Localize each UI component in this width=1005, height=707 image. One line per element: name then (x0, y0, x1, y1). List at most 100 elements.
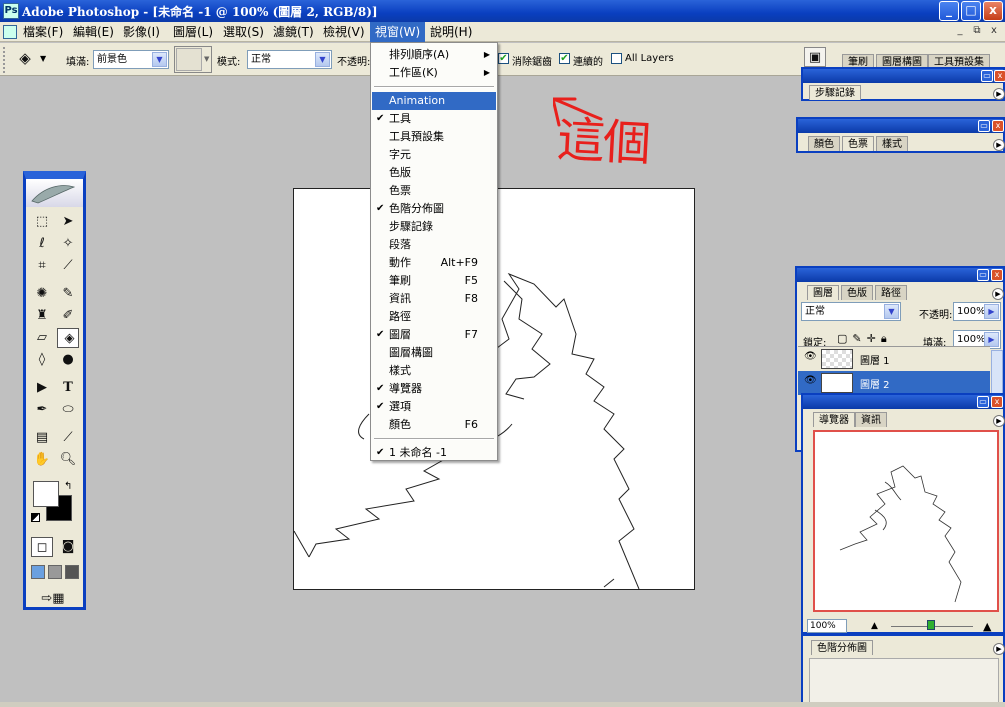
menu-image[interactable]: 影像(I) (118, 22, 165, 42)
window-menu-item-16[interactable]: ✔ 圖層 F7 (372, 326, 496, 344)
tab-channels[interactable]: 色版 (841, 285, 873, 300)
window-menu-item-18[interactable]: 樣式 (372, 362, 496, 380)
history-brush-tool-icon[interactable]: ✐ (57, 306, 79, 326)
preset-dropdown-arrow-icon[interactable]: ▼ (40, 54, 46, 63)
palette-minimize-icon[interactable]: ▭ (977, 396, 989, 408)
lock-icons[interactable]: ▢✎✛🔒︎ (837, 332, 892, 346)
window-menu-item-10[interactable]: 步驟記錄 (372, 218, 496, 236)
standard-mode-icon[interactable]: ◻ (31, 537, 53, 557)
tab-navigator[interactable]: 導覽器 (813, 412, 855, 427)
palette-close-icon[interactable]: x (992, 120, 1004, 132)
menu-help[interactable]: 說明(H) (425, 22, 477, 42)
palette-close-icon[interactable]: x (991, 269, 1003, 281)
hand-tool-icon[interactable]: ✋ (31, 450, 53, 470)
window-menu-item-3[interactable]: Animation (372, 92, 496, 110)
layer-row-1[interactable]: 👁︎ 圖層 1 (798, 346, 990, 370)
zoom-tool-icon[interactable]: 🔍︎ (57, 450, 79, 470)
menu-filter[interactable]: 濾鏡(T) (268, 22, 319, 42)
window-menu-item-0[interactable]: 排列順序(A) ▶ (372, 46, 496, 64)
minimize-button[interactable]: _ (939, 1, 959, 21)
tab-layers[interactable]: 圖層 (807, 285, 839, 300)
window-menu-item-1[interactable]: 工作區(K) ▶ (372, 64, 496, 82)
palette-titlebar[interactable] (797, 268, 1003, 282)
palette-close-icon[interactable]: x (991, 396, 1003, 408)
palette-menu-icon[interactable]: ▶ (993, 88, 1005, 100)
default-colors-icon[interactable] (31, 513, 40, 522)
screen-mode-full-icon[interactable] (65, 565, 79, 579)
paint-bucket-tool-icon[interactable]: ◈ (57, 328, 79, 348)
mode-select[interactable]: 正常 ▼ (247, 50, 332, 69)
menu-file[interactable]: 檔案(F) (18, 22, 68, 42)
palette-menu-icon[interactable]: ▶ (993, 643, 1005, 655)
menu-select[interactable]: 選取(S) (218, 22, 269, 42)
screen-mode-full-menu-icon[interactable] (48, 565, 62, 579)
marquee-tool-icon[interactable]: ⬚ (31, 212, 53, 232)
window-menu-item-5[interactable]: 工具預設集 (372, 128, 496, 146)
eye-icon[interactable]: 👁︎ (804, 375, 817, 386)
tab-info[interactable]: 資訊 (855, 412, 887, 427)
menu-layer[interactable]: 圖層(L) (168, 22, 218, 42)
eye-icon[interactable]: 👁︎ (804, 351, 817, 362)
palette-titlebar[interactable] (803, 395, 1003, 409)
tab-color[interactable]: 顏色 (808, 136, 840, 151)
window-menu-item-17[interactable]: 圖層構圖 (372, 344, 496, 362)
paint-bucket-preset-icon[interactable]: ◈ (14, 48, 36, 68)
pen-tool-icon[interactable]: ✒ (31, 400, 53, 420)
window-menu-item-20[interactable]: ✔ 選項 (372, 398, 496, 416)
palette-menu-icon[interactable]: ▶ (993, 415, 1005, 427)
menu-edit[interactable]: 編輯(E) (68, 22, 119, 42)
palette-titlebar[interactable] (803, 69, 1003, 83)
palette-minimize-icon[interactable]: ▭ (981, 70, 993, 82)
document-icon[interactable] (3, 25, 17, 39)
dodge-tool-icon[interactable]: ● (57, 350, 79, 370)
tab-history[interactable]: 步驟記錄 (809, 85, 861, 100)
blur-tool-icon[interactable]: ◊ (31, 350, 53, 370)
type-tool-icon[interactable]: T (57, 378, 79, 398)
healing-brush-tool-icon[interactable]: ✺ (31, 284, 53, 304)
window-menu-item-14[interactable]: 資訊 F8 (372, 290, 496, 308)
file-browser-icon[interactable]: ▣ (804, 47, 826, 67)
layer-opacity-input[interactable]: 100% ▶ (953, 302, 1001, 321)
magic-wand-tool-icon[interactable]: ✧ (57, 234, 79, 254)
palette-menu-icon[interactable]: ▶ (992, 288, 1004, 300)
layers-scrollbar[interactable] (991, 350, 1003, 398)
tab-swatches[interactable]: 色票 (842, 136, 874, 151)
contiguous-checkbox[interactable]: ✔ (559, 53, 570, 64)
menu-view[interactable]: 檢視(V) (318, 22, 370, 42)
zoom-in-icon[interactable]: ▲ (983, 620, 991, 633)
pattern-picker[interactable]: ▼ (174, 46, 212, 73)
tab-paths[interactable]: 路徑 (875, 285, 907, 300)
window-menu-item-15[interactable]: 路徑 (372, 308, 496, 326)
antialias-checkbox[interactable]: ✔ (498, 53, 509, 64)
foreground-color-swatch[interactable] (33, 481, 59, 507)
window-menu-item-21[interactable]: 顏色 F6 (372, 416, 496, 434)
palette-minimize-icon[interactable]: ▭ (978, 120, 990, 132)
palette-titlebar[interactable] (798, 119, 1003, 133)
eyedropper-tool-icon[interactable]: ⟋ (57, 428, 79, 448)
zoom-slider-handle[interactable] (927, 620, 935, 630)
zoom-out-icon[interactable]: ▲ (871, 621, 878, 631)
path-selection-tool-icon[interactable]: ▶ (31, 378, 53, 398)
blend-mode-select[interactable]: 正常 ▼ (801, 302, 901, 321)
window-menu-item-13[interactable]: 筆刷 F5 (372, 272, 496, 290)
window-menu-item-12[interactable]: 動作 Alt+F9 (372, 254, 496, 272)
window-menu-item-23[interactable]: ✔ 1 未命名 -1 (372, 444, 496, 462)
slice-tool-icon[interactable]: ⟋ (57, 256, 79, 276)
options-grip[interactable] (3, 47, 8, 73)
menu-window[interactable]: 視窗(W) (370, 22, 426, 42)
quick-mask-icon[interactable]: ◙ (57, 537, 79, 557)
window-menu-item-11[interactable]: 段落 (372, 236, 496, 254)
toolbox[interactable]: ⬚ ➤ ℓ ✧ ⌗ ⟋ ✺ ✎ ♜ ✐ ▱ ◈ ◊ ● ▶ T ✒ ⬭ ▤ ⟋ … (23, 171, 86, 610)
window-menu-item-9[interactable]: ✔ 色階分佈圖 (372, 200, 496, 218)
brush-tool-icon[interactable]: ✎ (57, 284, 79, 304)
window-menu-item-8[interactable]: 色票 (372, 182, 496, 200)
layer-row-2[interactable]: 👁︎ 圖層 2 (798, 371, 990, 395)
screen-mode-standard-icon[interactable] (31, 565, 45, 579)
tab-histogram[interactable]: 色階分佈圖 (811, 640, 873, 655)
tab-styles[interactable]: 樣式 (876, 136, 908, 151)
crop-tool-icon[interactable]: ⌗ (31, 256, 53, 276)
window-menu-item-4[interactable]: ✔ 工具 (372, 110, 496, 128)
jump-to-imageready-icon[interactable]: ⇨▦ (33, 589, 73, 609)
doc-restore-icon[interactable]: ⧉ (970, 25, 984, 39)
all-layers-checkbox[interactable] (611, 53, 622, 64)
